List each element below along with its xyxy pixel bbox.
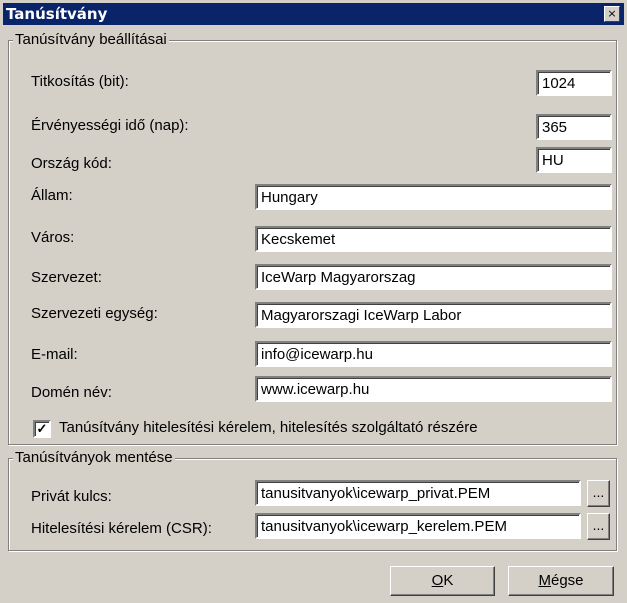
title-bar: Tanúsítvány × [3,3,624,25]
domain-name-label: Domén név: [31,384,112,401]
ok-button[interactable]: OK [390,566,495,596]
state-input[interactable]: Hungary [255,184,612,210]
csr-browse-button[interactable]: ... [587,513,610,540]
city-label: Város: [31,229,75,246]
organization-label: Szervezet: [31,269,102,286]
organization-input[interactable]: IceWarp Magyarorszag [255,264,612,290]
csr-checkbox-label[interactable]: Tanúsítvány hitelesítési kérelem, hitele… [59,418,539,438]
ok-label-rest: K [443,572,454,589]
certificate-dialog: Tanúsítvány × Tanúsítvány beállításai Ti… [0,0,627,603]
csr-checkbox[interactable]: ✓ [33,420,51,438]
private-key-label: Privát kulcs: [31,488,112,505]
window-title: Tanúsítvány [6,5,108,23]
save-group-title: Tanúsítványok mentése [13,448,175,468]
cancel-label-rest: égse [550,572,584,589]
private-key-browse-button[interactable]: ... [587,480,610,507]
email-label: E-mail: [31,346,78,363]
settings-group-title: Tanúsítvány beállításai [13,30,169,50]
city-input[interactable]: Kecskemet [255,226,612,252]
org-unit-input[interactable]: Magyarorszagi IceWarp Labor [255,302,612,328]
org-unit-label: Szervezeti egység: [31,305,158,322]
validity-days-label: Érvényességi idő (nap): [31,117,189,134]
csr-path-label: Hitelesítési kérelem (CSR): [31,520,212,537]
country-code-label: Ország kód: [31,155,112,172]
domain-name-input[interactable]: www.icewarp.hu [255,376,612,402]
private-key-path-input[interactable]: tanusitvanyok\icewarp_privat.PEM [255,480,581,506]
encryption-bits-label: Titkosítás (bit): [31,73,129,90]
ok-mnemonic: O [431,572,444,589]
cancel-button[interactable]: Mégse [508,566,614,596]
state-label: Állam: [31,187,73,204]
cancel-mnemonic: M [538,572,551,589]
csr-path-input[interactable]: tanusitvanyok\icewarp_kerelem.PEM [255,513,581,539]
email-field[interactable]: info@icewarp.hu [255,341,612,367]
close-icon[interactable]: × [604,6,620,22]
validity-days-input[interactable]: 365 [536,114,612,140]
encryption-bits-input[interactable]: 1024 [536,70,612,96]
country-code-input[interactable]: HU [536,147,612,173]
